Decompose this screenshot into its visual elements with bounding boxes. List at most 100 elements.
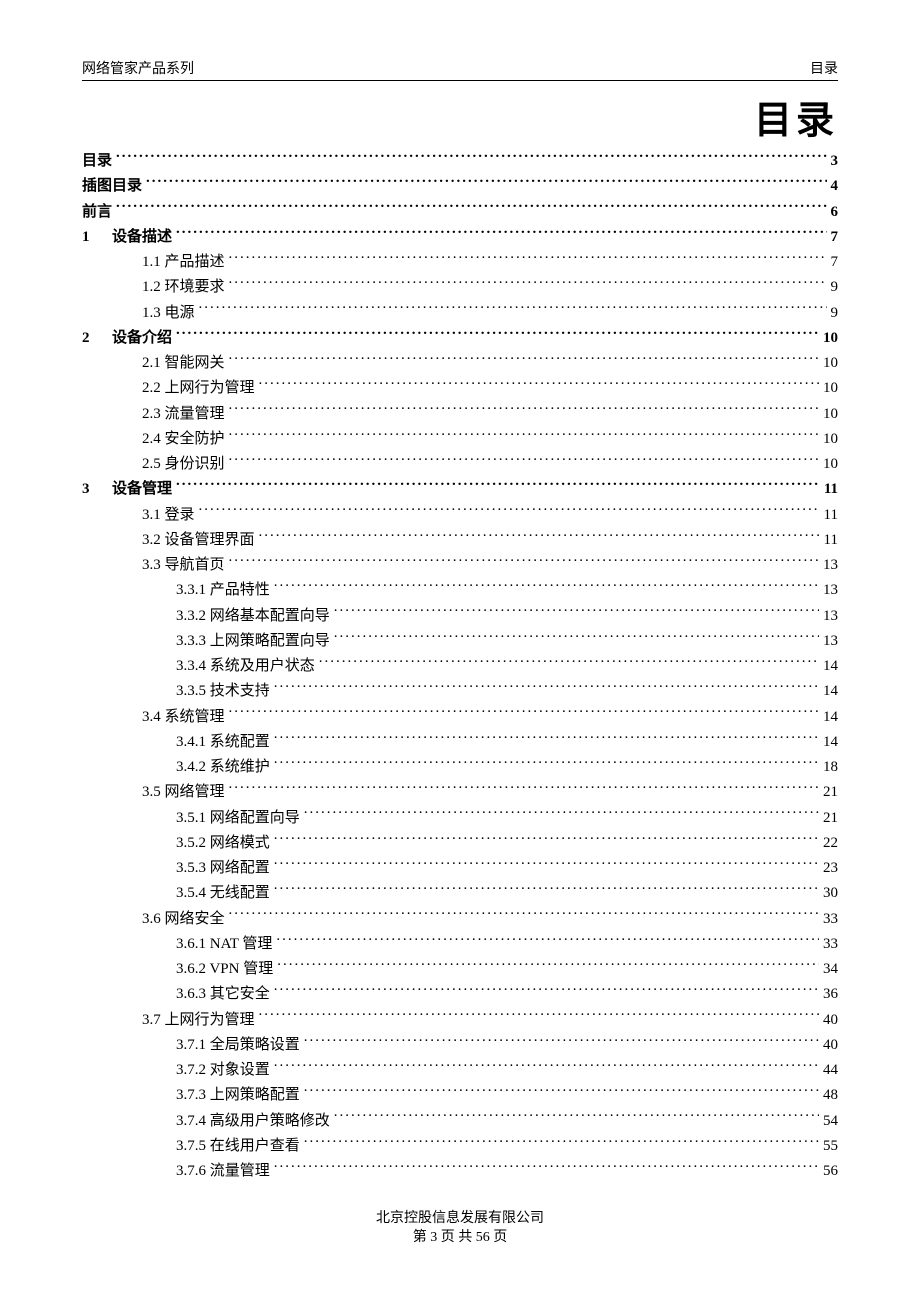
toc-page-number: 11 xyxy=(820,529,838,552)
toc-label: 设备描述 xyxy=(112,226,176,249)
toc-page-number: 13 xyxy=(819,605,838,628)
toc-leader xyxy=(274,983,819,998)
toc-entry: 2.3 流量管理10 xyxy=(82,403,838,426)
toc-leader xyxy=(176,327,819,342)
toc-page-number: 33 xyxy=(819,933,838,956)
toc-page-number: 40 xyxy=(819,1034,838,1057)
toc-page-number: 10 xyxy=(819,377,838,400)
footer-pagination: 第 3 页 共 56 页 xyxy=(0,1228,920,1248)
toc-entry: 3.6 网络安全33 xyxy=(82,908,838,931)
toc-leader xyxy=(304,1135,819,1150)
toc-leader xyxy=(229,276,827,291)
toc-label: 3.7.6 流量管理 xyxy=(112,1160,274,1183)
toc-page-number: 11 xyxy=(820,504,838,527)
toc-leader xyxy=(259,529,820,544)
toc-entry: 3.3 导航首页 13 xyxy=(82,554,838,577)
toc-leader xyxy=(304,1084,819,1099)
toc-entry: 3.7.5 在线用户查看55 xyxy=(82,1135,838,1158)
toc-leader xyxy=(274,1059,819,1074)
toc-entry: 3.7.1 全局策略设置 40 xyxy=(82,1034,838,1057)
toc-page-number: 10 xyxy=(819,327,838,350)
toc-leader xyxy=(276,933,819,948)
toc-container: 目录3插图目录4前言61设备描述71.1 产品描述71.2 环境要求91.3 电… xyxy=(82,150,838,1183)
toc-label: 目录 xyxy=(82,150,116,173)
toc-page-number: 13 xyxy=(819,579,838,602)
toc-leader xyxy=(146,175,826,190)
toc-label: 3.7.3 上网策略配置 xyxy=(112,1084,304,1107)
toc-label: 1.3 电源 xyxy=(112,302,199,325)
toc-leader xyxy=(116,150,826,165)
toc-leader xyxy=(274,579,819,594)
toc-entry: 2设备介绍10 xyxy=(82,327,838,350)
toc-entry: 插图目录 4 xyxy=(82,175,838,198)
toc-label: 设备管理 xyxy=(112,478,176,501)
toc-chapter-number: 3 xyxy=(82,478,112,501)
toc-leader xyxy=(116,201,826,216)
toc-leader xyxy=(229,554,819,569)
toc-entry: 2.2 上网行为管理10 xyxy=(82,377,838,400)
toc-leader xyxy=(199,302,827,317)
toc-entry: 前言6 xyxy=(82,201,838,224)
toc-page-number: 13 xyxy=(819,554,838,577)
toc-page-number: 6 xyxy=(827,201,839,224)
toc-page-number: 44 xyxy=(819,1059,838,1082)
toc-leader xyxy=(229,251,827,266)
toc-leader xyxy=(229,352,819,367)
toc-label: 3.4.2 系统维护 xyxy=(112,756,274,779)
toc-leader xyxy=(277,958,819,973)
toc-label: 3.3.2 网络基本配置向导 xyxy=(112,605,334,628)
toc-entry: 3.3.3 上网策略配置向导13 xyxy=(82,630,838,653)
toc-label: 3.2 设备管理界面 xyxy=(112,529,259,552)
toc-leader xyxy=(229,453,819,468)
toc-label: 3.5 网络管理 xyxy=(112,781,229,804)
toc-leader xyxy=(259,377,819,392)
toc-label: 3.5.3 网络配置 xyxy=(112,857,274,880)
toc-page-number: 10 xyxy=(819,403,838,426)
toc-label: 3.7 上网行为管理 xyxy=(112,1009,259,1032)
toc-label: 3.6.2 VPN 管理 xyxy=(112,958,277,981)
toc-label: 2.4 安全防护 xyxy=(112,428,229,451)
toc-page-number: 55 xyxy=(819,1135,838,1158)
toc-leader xyxy=(229,908,819,923)
toc-label: 3.7.1 全局策略设置 xyxy=(112,1034,304,1057)
toc-label: 3.4.1 系统配置 xyxy=(112,731,274,754)
pagination-prefix: 第 xyxy=(413,1230,431,1245)
toc-leader xyxy=(229,706,819,721)
toc-page-number: 48 xyxy=(819,1084,838,1107)
toc-entry: 1.2 环境要求9 xyxy=(82,276,838,299)
toc-entry: 3.6.1 NAT 管理33 xyxy=(82,933,838,956)
toc-entry: 3.5.3 网络配置 23 xyxy=(82,857,838,880)
toc-label: 3.1 登录 xyxy=(112,504,199,527)
toc-page-number: 13 xyxy=(819,630,838,653)
toc-page-number: 56 xyxy=(819,1160,838,1183)
toc-entry: 3.3.1 产品特性13 xyxy=(82,579,838,602)
header-right: 目录 xyxy=(810,58,838,78)
toc-leader xyxy=(274,857,819,872)
toc-entry: 3.5 网络管理 21 xyxy=(82,781,838,804)
toc-page-number: 10 xyxy=(819,352,838,375)
toc-label: 2.5 身份识别 xyxy=(112,453,229,476)
toc-page-number: 34 xyxy=(819,958,838,981)
toc-leader xyxy=(304,1034,819,1049)
toc-entry: 3设备管理11 xyxy=(82,478,838,501)
toc-label: 3.4 系统管理 xyxy=(112,706,229,729)
toc-leader xyxy=(334,605,819,620)
toc-entry: 3.3.2 网络基本配置向导 13 xyxy=(82,605,838,628)
toc-label: 插图目录 xyxy=(82,175,146,198)
toc-label: 1.2 环境要求 xyxy=(112,276,229,299)
toc-page-number: 14 xyxy=(819,706,838,729)
toc-page-number: 21 xyxy=(819,781,838,804)
toc-label: 3.3 导航首页 xyxy=(112,554,229,577)
toc-entry: 3.5.1 网络配置向导21 xyxy=(82,807,838,830)
toc-entry: 3.6.2 VPN 管理 34 xyxy=(82,958,838,981)
toc-leader xyxy=(319,655,819,670)
toc-label: 3.7.4 高级用户策略修改 xyxy=(112,1110,334,1133)
toc-chapter-number: 2 xyxy=(82,327,112,350)
toc-page-number: 23 xyxy=(819,857,838,880)
pagination-total: 56 xyxy=(476,1230,490,1245)
pagination-mid: 页 共 xyxy=(437,1230,476,1245)
toc-page-number: 4 xyxy=(827,175,839,198)
toc-entry: 3.7.4 高级用户策略修改54 xyxy=(82,1110,838,1133)
toc-entry: 1设备描述7 xyxy=(82,226,838,249)
toc-entry: 3.2 设备管理界面 11 xyxy=(82,529,838,552)
